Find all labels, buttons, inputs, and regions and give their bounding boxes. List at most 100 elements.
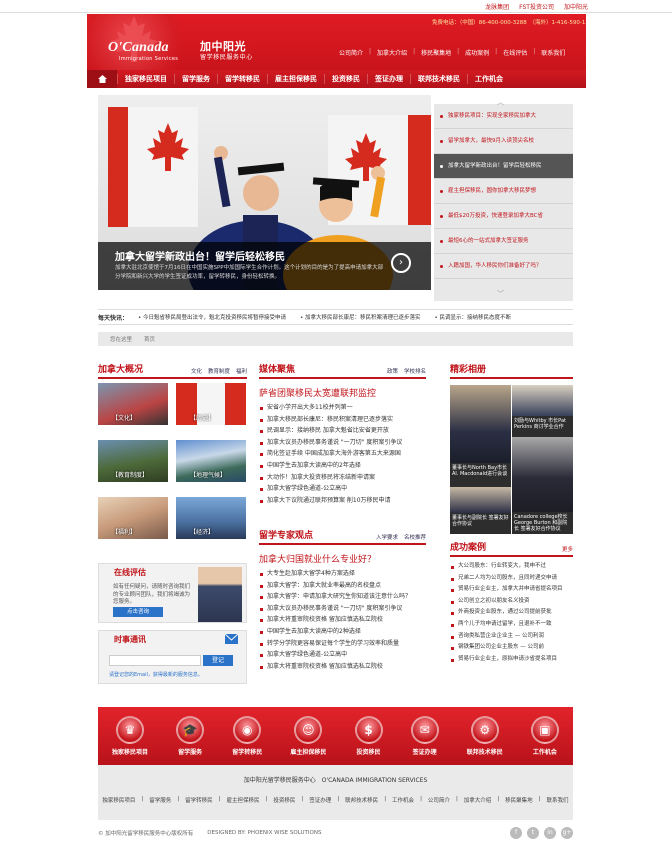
news-item[interactable]: 加拿大留学绿色通道-公立高中 bbox=[259, 649, 426, 661]
thumb-history[interactable]: 【历史】 bbox=[176, 383, 246, 425]
footer-nav-item[interactable]: ✉ 签证办理 bbox=[410, 716, 439, 756]
footer-link[interactable]: 公司简介 bbox=[428, 796, 450, 804]
ticker-item[interactable]: 今日魁省移民局登出法令，魁北克投资移民将暂停接受申请 bbox=[138, 313, 286, 321]
facebook-icon[interactable]: f bbox=[510, 827, 522, 839]
news-item[interactable]: 加拿大留学：加拿大就业率最高的名校盘点 bbox=[259, 580, 426, 592]
top-link[interactable]: FST投资公司 bbox=[519, 2, 554, 11]
footer-link[interactable]: 签证办理 bbox=[309, 796, 331, 804]
footer-nav-item[interactable]: ⚙ 联邦技术移民 bbox=[467, 716, 503, 756]
side-list-item[interactable]: 雇主担保移民，圆你加拿大移民梦想 bbox=[434, 179, 573, 204]
footer-link[interactable]: 独家移民项目 bbox=[102, 796, 135, 804]
case-item[interactable]: 贸易行业企业主，原拟申请沙省提名项目 bbox=[450, 654, 573, 666]
twitter-icon[interactable]: t bbox=[527, 827, 539, 839]
case-item[interactable]: 兄弟二人均为公司股东，且同时递交申请 bbox=[450, 573, 573, 585]
news-item[interactable]: 民调显示：接纳移民 加拿大魁省比安省更开放 bbox=[259, 425, 426, 437]
nav-item[interactable]: 雇主担保移民 bbox=[267, 74, 324, 84]
news-item[interactable]: 大专生赴加拿大留学4种方案选择 bbox=[259, 568, 426, 580]
news-item[interactable]: 中国学生去加拿大读高中的2年选择 bbox=[259, 460, 426, 472]
news-item[interactable]: 加拿大移民部长康尼：移民积案清理已逐步落实 bbox=[259, 414, 426, 426]
ticker-item[interactable]: 民调显示：接纳移民态度不断 bbox=[435, 313, 512, 321]
side-list-item[interactable]: 最短6心的一站式加拿大签证服务 bbox=[434, 229, 573, 254]
side-list-item[interactable]: 入籍加国，华人移民你们准备好了吗？ bbox=[434, 254, 573, 279]
footer-link[interactable]: 留学服务 bbox=[149, 796, 171, 804]
email-input[interactable] bbox=[109, 655, 201, 666]
scroll-down-icon[interactable]: ﹀ bbox=[497, 289, 504, 299]
case-item[interactable]: 外商投资企业股东，通过公司提前获批 bbox=[450, 607, 573, 619]
case-item[interactable]: 咨询类私营企业企业主 — 公司利润 bbox=[450, 631, 573, 643]
news-item[interactable]: 大动作！加拿大投资移民将冻结新申请案 bbox=[259, 472, 426, 484]
footer-nav-item[interactable]: ◉ 留学转移民 bbox=[232, 716, 262, 756]
nav-item[interactable]: 工作机会 bbox=[467, 74, 510, 84]
panel-tab[interactable]: 名校推荐 bbox=[404, 533, 426, 541]
nav-item[interactable]: 留学转移民 bbox=[217, 74, 267, 84]
banner-slide[interactable]: 加拿大留学新政出台！留学后轻松移民 加拿大驻北京使馆于7月16日在中国实施SPP… bbox=[98, 95, 431, 290]
more-link[interactable]: 更多 bbox=[562, 545, 573, 553]
header-nav-item[interactable]: 移民聚集地 bbox=[419, 48, 453, 57]
top-link[interactable]: 加中阳光 bbox=[564, 2, 588, 11]
google-plus-icon[interactable]: g+ bbox=[561, 827, 573, 839]
news-item[interactable]: 加拿大将重审院校资格 留加应慎选私立院校 bbox=[259, 614, 426, 626]
next-arrow-icon[interactable]: › bbox=[391, 253, 411, 273]
thumb-culture[interactable]: 【文化】 bbox=[98, 383, 168, 425]
news-item[interactable]: 转学分学院更容易保证每个学生的学习效率和质量 bbox=[259, 638, 426, 650]
nav-item[interactable]: 独家移民项目 bbox=[117, 74, 174, 84]
case-item[interactable]: 钢铁集团公司企业主股东 — 公司前 bbox=[450, 642, 573, 654]
panel-tab[interactable]: 学校排名 bbox=[404, 367, 426, 375]
thumb-geography[interactable]: 【地理气候】 bbox=[176, 440, 246, 482]
scroll-up-icon[interactable]: ︿ bbox=[497, 97, 504, 107]
news-item[interactable]: 加拿大议员办移民事务谨说 "一刀切" 度积案引争议 bbox=[259, 437, 426, 449]
thumb-economy[interactable]: 【经济】 bbox=[176, 497, 246, 539]
header-nav-item[interactable]: 在线评估 bbox=[501, 48, 529, 57]
home-button[interactable] bbox=[87, 70, 117, 88]
panel-tab[interactable]: 福利 bbox=[236, 367, 247, 375]
footer-link[interactable]: 工作机会 bbox=[392, 796, 414, 804]
ticker-item[interactable]: 加拿大移民部长康尼：移民积案清理已逐步落实 bbox=[300, 313, 421, 321]
case-item[interactable]: 公司创立之初以朋友名义投资 bbox=[450, 596, 573, 608]
register-button[interactable]: 登记 bbox=[203, 655, 233, 666]
nav-item[interactable]: 签证办理 bbox=[367, 74, 410, 84]
news-item[interactable]: 加拿大下议院通过联邦预算案 削10万移民申请 bbox=[259, 495, 426, 507]
news-item[interactable]: 安省小学开出大多11校并列第一 bbox=[259, 402, 426, 414]
panel-tab[interactable]: 教育制度 bbox=[208, 367, 230, 375]
panel-tab[interactable]: 政策 bbox=[387, 367, 398, 375]
side-list-item[interactable]: 留学加拿大，最快9月入读顶尖名校 bbox=[434, 129, 573, 154]
logo-text[interactable]: O'Canada bbox=[108, 40, 169, 56]
header-nav-item[interactable]: 联系我们 bbox=[539, 48, 567, 57]
footer-nav-item[interactable]: ♛ 独家移民项目 bbox=[112, 716, 148, 756]
news-item[interactable]: 简化签证手续 中国成加拿大海外游客第五大来源国 bbox=[259, 448, 426, 460]
footer-link[interactable]: 联邦技术移民 bbox=[345, 796, 378, 804]
header-nav-item[interactable]: 成功案例 bbox=[463, 48, 491, 57]
thumb-education[interactable]: 【教育制度】 bbox=[98, 440, 168, 482]
top-link[interactable]: 龙脉集团 bbox=[485, 2, 509, 11]
breadcrumb-home[interactable]: 首页 bbox=[144, 335, 155, 343]
footer-nav-item[interactable]: $ 投资移民 bbox=[354, 716, 383, 756]
photo-2[interactable] bbox=[512, 385, 573, 416]
panel-tab[interactable]: 文化 bbox=[191, 367, 202, 375]
case-item[interactable]: 贸易行业企业主，加拿大并申请省提名项目 bbox=[450, 584, 573, 596]
news-item[interactable]: 加拿大议员办移民事务谨说 "一刀切" 度积案引争议 bbox=[259, 603, 426, 615]
footer-link[interactable]: 投资移民 bbox=[273, 796, 295, 804]
footer-link[interactable]: 联系我们 bbox=[547, 796, 569, 804]
linkedin-icon[interactable]: in bbox=[544, 827, 556, 839]
panel-tab[interactable]: 入学要求 bbox=[376, 533, 398, 541]
photo-1[interactable] bbox=[450, 385, 511, 463]
thumb-welfare[interactable]: 【福利】 bbox=[98, 497, 168, 539]
nav-item[interactable]: 投资移民 bbox=[324, 74, 367, 84]
side-list-item[interactable]: 独家移民项目：实现全家移民加拿大 bbox=[434, 104, 573, 129]
case-item[interactable]: 两个儿子均申请过留学，且退补不一致 bbox=[450, 619, 573, 631]
side-list-item-active[interactable]: 加拿大留学新政出台！留学后轻松移民 bbox=[434, 154, 573, 179]
consult-button[interactable]: 点击咨询 bbox=[113, 607, 163, 617]
footer-link[interactable]: 雇主担保移民 bbox=[227, 796, 260, 804]
footer-nav-item[interactable]: ☺ 雇主担保移民 bbox=[290, 716, 326, 756]
news-item[interactable]: 加拿大将重审院校资格 留加应慎选私立院校 bbox=[259, 661, 426, 673]
header-nav-item[interactable]: 加拿大介绍 bbox=[375, 48, 409, 57]
media-headline[interactable]: 萨省团聚移民太宽遭联邦监控 bbox=[259, 386, 426, 399]
banner-title[interactable]: 加拿大留学新政出台！留学后轻松移民 bbox=[115, 248, 285, 263]
footer-link[interactable]: 加拿大介绍 bbox=[464, 796, 492, 804]
nav-item[interactable]: 留学服务 bbox=[174, 74, 217, 84]
news-item[interactable]: 加拿大留学：申请加拿大研究生你知道该注意什么吗？ bbox=[259, 591, 426, 603]
photo-4[interactable] bbox=[450, 487, 511, 513]
photo-3[interactable] bbox=[512, 437, 573, 512]
expert-headline[interactable]: 加拿大归国就业什么专业好？ bbox=[259, 552, 426, 565]
header-nav-item[interactable]: 公司简介 bbox=[337, 48, 365, 57]
